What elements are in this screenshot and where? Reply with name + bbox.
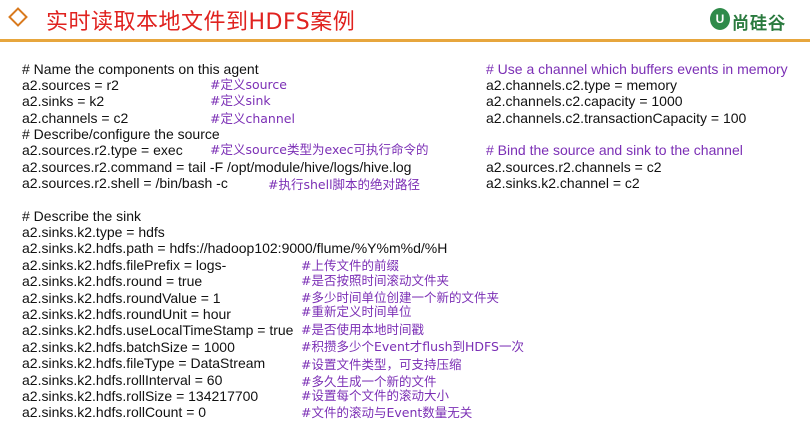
code-line: a2.sources.r2.command = tail -F /opt/mod… [22, 159, 412, 175]
code-line: a2.channels.c2.capacity = 1000 [486, 93, 683, 109]
logo-mark-icon: U [710, 8, 730, 30]
code-comment: #是否使用本地时间戳 [301, 322, 424, 337]
code-line: a2.sinks.k2.type = hdfs [22, 224, 165, 240]
code-comment: #重新定义时间单位 [301, 304, 412, 319]
code-line: # Describe/configure the source [22, 126, 220, 142]
code-comment: #上传文件的前缀 [301, 258, 399, 273]
code-line: a2.sinks.k2.hdfs.batchSize = 1000 [22, 339, 235, 355]
diamond-bullet-icon [8, 7, 28, 27]
code-line: a2.sinks.k2.hdfs.filePrefix = logs- [22, 257, 227, 273]
code-line: a2.sinks.k2.hdfs.rollCount = 0 [22, 404, 207, 420]
code-line: a2.sources = r2 [22, 77, 119, 93]
code-comment: #定义channel [210, 111, 295, 126]
code-comment: #定义source类型为exec可执行命令的 [210, 142, 429, 157]
code-line: # Name the components on this agent [22, 61, 259, 77]
code-comment: #执行shell脚本的绝对路径 [268, 177, 421, 192]
code-line: a2.sources.r2.type = exec [22, 142, 183, 158]
code-line: # Describe the sink [22, 208, 142, 224]
code-line: a2.sinks.k2.hdfs.rollSize = 134217700 [22, 388, 259, 404]
code-line: a2.sinks.k2.hdfs.useLocalTimeStamp = tru… [22, 322, 294, 338]
code-line: a2.sources.r2.channels = c2 [486, 159, 662, 175]
code-line: a2.sinks.k2.hdfs.fileType = DataStream [22, 355, 266, 371]
code-line: a2.sinks.k2.hdfs.roundValue = 1 [22, 290, 221, 306]
code-comment: #定义sink [210, 93, 271, 108]
logo-text: 尚硅谷 [732, 14, 786, 34]
code-line: a2.channels.c2.transactionCapacity = 100 [486, 110, 747, 126]
code-line: a2.sinks.k2.hdfs.roundUnit = hour [22, 306, 231, 322]
code-comment: # Use a channel which buffers events in … [486, 61, 788, 77]
code-line: a2.channels = c2 [22, 110, 129, 126]
code-line: a2.sinks = k2 [22, 93, 105, 109]
code-comment: #积攒多少个Event才flush到HDFS一次 [301, 339, 524, 354]
code-line: a2.sinks.k2.hdfs.round = true [22, 273, 203, 289]
code-comment: #是否按照时间滚动文件夹 [301, 273, 449, 288]
code-comment: #设置文件类型，可支持压缩 [301, 357, 462, 372]
code-line: a2.sinks.k2.hdfs.rollInterval = 60 [22, 372, 223, 388]
code-line: a2.sinks.k2.hdfs.path = hdfs://hadoop102… [22, 240, 448, 256]
code-comment: #设置每个文件的滚动大小 [301, 388, 449, 403]
code-comment: #定义source [210, 77, 287, 92]
slide-title: 实时读取本地文件到HDFS案例 [46, 10, 356, 35]
header-divider [0, 39, 810, 42]
code-comment: # Bind the source and sink to the channe… [486, 142, 743, 158]
code-line: a2.sources.r2.shell = /bin/bash -c [22, 175, 228, 191]
code-line: a2.sinks.k2.channel = c2 [486, 175, 640, 191]
code-line: a2.channels.c2.type = memory [486, 77, 678, 93]
slide-header: 实时读取本地文件到HDFS案例 U 尚硅谷 [0, 0, 810, 44]
code-comment: #文件的滚动与Event数量无关 [301, 405, 473, 420]
